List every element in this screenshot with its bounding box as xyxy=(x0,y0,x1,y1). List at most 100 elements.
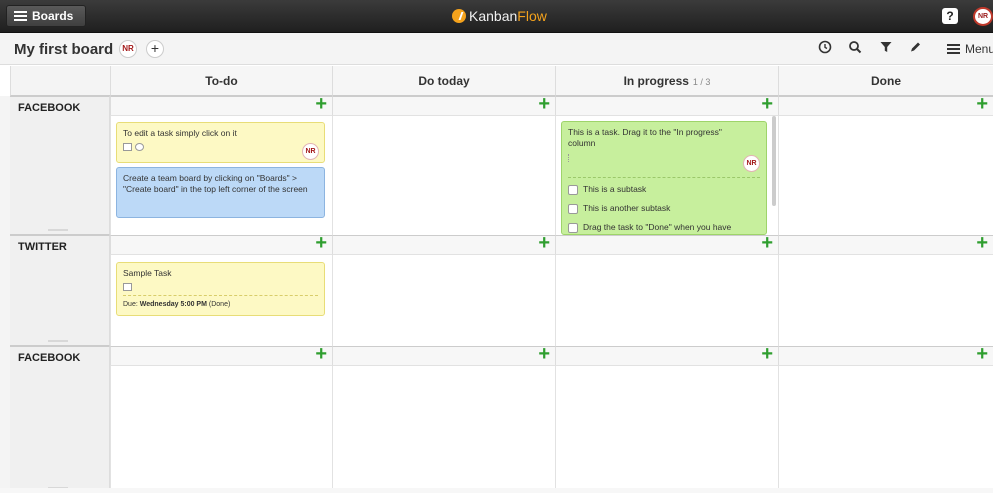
board-grid: To-do Do today In progress 1 / 3 Done FAC… xyxy=(0,66,993,493)
column-header-in-progress[interactable]: In progress 1 / 3 xyxy=(555,66,778,96)
column-title: In progress xyxy=(623,74,689,88)
board-cell xyxy=(778,116,993,235)
calendar-icon xyxy=(123,282,132,291)
board-cell xyxy=(778,255,993,346)
task-text: To edit a task simply click on it xyxy=(123,128,237,138)
help-button[interactable]: ? xyxy=(942,8,958,24)
subtask-text: This is another subtask xyxy=(583,203,671,213)
board-cell xyxy=(110,366,332,488)
cell-header: + xyxy=(778,233,993,255)
task-card-edit[interactable]: To edit a task simply click on it NR xyxy=(116,122,325,163)
swimlane-name: FACEBOOK xyxy=(18,102,81,114)
add-task-button[interactable]: + xyxy=(761,94,773,114)
swimlane-name: FACEBOOK xyxy=(18,352,81,364)
boards-button[interactable]: Boards xyxy=(6,5,86,27)
add-task-button[interactable]: + xyxy=(976,233,988,253)
add-member-button[interactable]: + xyxy=(146,40,164,58)
add-task-button[interactable]: + xyxy=(538,233,550,253)
board-cell xyxy=(332,366,555,488)
column-header-done[interactable]: Done xyxy=(778,66,993,96)
cell-header: + xyxy=(555,94,778,116)
menu-button[interactable]: Menu xyxy=(947,40,993,58)
cell-header: + xyxy=(555,344,778,366)
user-avatar[interactable]: NR xyxy=(973,7,993,26)
subtask-item[interactable]: This is a subtask xyxy=(568,184,766,195)
subtask-divider xyxy=(568,177,760,178)
swimlane-label[interactable]: TWITTER xyxy=(10,235,110,346)
description-icon xyxy=(123,142,132,151)
member-avatar[interactable]: NR xyxy=(119,40,137,58)
column-title: To-do xyxy=(205,74,238,88)
board-cell xyxy=(555,255,778,346)
due-value: Wednesday 5:00 PM xyxy=(139,301,207,308)
search-icon[interactable] xyxy=(846,40,864,58)
add-task-button[interactable]: + xyxy=(315,233,327,253)
resize-handle[interactable] xyxy=(48,229,68,231)
wip-count: 1 / 3 xyxy=(692,77,711,87)
board-cell xyxy=(555,366,778,488)
menu-label: Menu xyxy=(965,42,993,56)
clock-icon[interactable] xyxy=(816,40,834,58)
subtask-item[interactable]: This is another subtask xyxy=(568,203,766,214)
hamburger-icon xyxy=(14,11,27,21)
subtask-list-icon xyxy=(568,153,577,162)
comment-icon xyxy=(135,142,144,151)
task-card-drag[interactable]: This is a task. Drag it to the "In progr… xyxy=(561,121,767,235)
swimlane-label[interactable]: FACEBOOK xyxy=(10,346,110,493)
board-footer xyxy=(0,488,993,493)
task-text: This is a task. Drag it to the "In progr… xyxy=(568,127,722,148)
kanbanflow-logo: Kanban Flow xyxy=(452,8,547,24)
cell-header: + xyxy=(110,344,332,366)
board-cell xyxy=(332,116,555,235)
subtask-checkbox[interactable] xyxy=(568,222,578,233)
due-date: Due: Wednesday 5:00 PM (Done) xyxy=(123,295,318,310)
column-header-do-today[interactable]: Do today xyxy=(332,66,555,96)
corner-header xyxy=(10,66,110,96)
resize-handle[interactable] xyxy=(48,340,68,342)
board-cell xyxy=(778,366,993,488)
task-text: Create a team board by clicking on "Boar… xyxy=(123,173,308,194)
logo-icon xyxy=(452,9,466,23)
assignee-avatar[interactable]: NR xyxy=(302,143,319,160)
board-title[interactable]: My first board xyxy=(14,41,113,58)
assignee-avatar[interactable]: NR xyxy=(743,155,760,172)
cell-header: + xyxy=(110,233,332,255)
subtask-item[interactable]: Drag the task to "Done" when you have xyxy=(568,222,766,233)
column-header-todo[interactable]: To-do xyxy=(110,66,332,96)
add-task-button[interactable]: + xyxy=(538,344,550,364)
swimlane-label[interactable]: FACEBOOK xyxy=(10,96,110,235)
add-task-button[interactable]: + xyxy=(761,233,773,253)
due-prefix: Due: xyxy=(123,301,138,308)
swimlane-name: TWITTER xyxy=(18,241,67,253)
top-bar: Boards Kanban Flow ? NR xyxy=(0,0,993,33)
cell-header: + xyxy=(778,344,993,366)
cell-header: + xyxy=(778,94,993,116)
pencil-icon[interactable] xyxy=(906,40,924,58)
logo-text-kanban: Kanban xyxy=(469,8,518,24)
left-gutter xyxy=(0,96,10,493)
add-task-button[interactable]: + xyxy=(976,344,988,364)
subtask-text: Drag the task to "Done" when you have xyxy=(583,222,732,232)
column-title: Do today xyxy=(418,74,470,88)
subtask-text: This is a subtask xyxy=(583,184,647,194)
subtask-checkbox[interactable] xyxy=(568,184,578,195)
due-suffix: (Done) xyxy=(208,301,231,308)
column-title: Done xyxy=(871,74,901,88)
add-task-button[interactable]: + xyxy=(315,344,327,364)
logo-text-flow: Flow xyxy=(517,8,547,24)
boards-label: Boards xyxy=(32,9,74,23)
task-text: Sample Task xyxy=(123,268,172,278)
subtask-checkbox[interactable] xyxy=(568,203,578,214)
cell-scrollbar[interactable] xyxy=(772,116,776,206)
add-task-button[interactable]: + xyxy=(315,94,327,114)
add-task-button[interactable]: + xyxy=(976,94,988,114)
task-card-team-board[interactable]: Create a team board by clicking on "Boar… xyxy=(116,167,325,218)
task-card-sample[interactable]: Sample Task Due: Wednesday 5:00 PM (Done… xyxy=(116,262,325,316)
cell-header: + xyxy=(110,94,332,116)
cell-header: + xyxy=(332,94,555,116)
cell-header: + xyxy=(332,233,555,255)
add-task-button[interactable]: + xyxy=(761,344,773,364)
filter-icon[interactable] xyxy=(877,40,895,58)
board-cell xyxy=(332,255,555,346)
add-task-button[interactable]: + xyxy=(538,94,550,114)
